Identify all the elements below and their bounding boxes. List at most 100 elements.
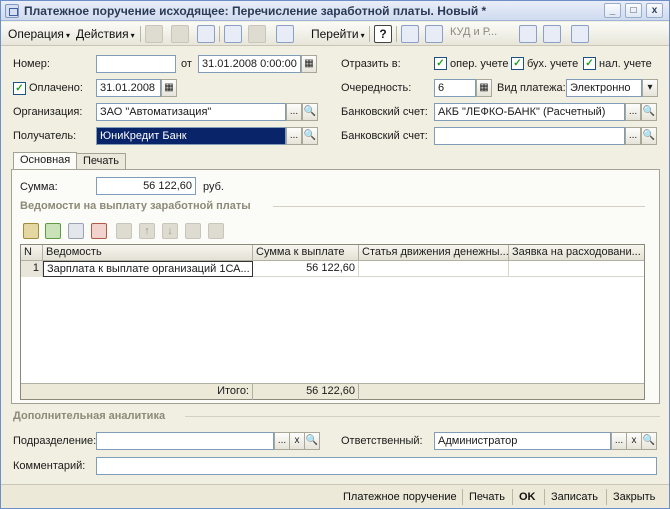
recipient-bank-account-select-button[interactable]: ... [625, 127, 641, 145]
department-clear-icon[interactable]: x [289, 432, 305, 450]
list-icon[interactable] [401, 25, 419, 43]
department-label: Подразделение: [13, 435, 97, 447]
row-amount[interactable]: 56 122,60 [253, 261, 359, 277]
reflect-in-label: Отразить в: [341, 58, 401, 70]
comment-input[interactable] [96, 457, 657, 475]
bank-account-search-icon[interactable]: 🔍 [641, 103, 657, 121]
filter-icon[interactable] [571, 25, 589, 43]
toolbar: Операция ▾ Действия ▾ Перейти ▾ ? [1, 22, 669, 46]
sort-desc-icon[interactable] [208, 223, 224, 239]
paid-calendar-icon[interactable]: ▦ [161, 79, 177, 97]
close-button[interactable]: Закрыть [613, 489, 655, 505]
tab-print[interactable]: Печать [76, 153, 127, 169]
date-from-label: от [181, 58, 192, 70]
column-cash-flow-article[interactable]: Статья движения денежны... [359, 245, 509, 261]
column-amount[interactable]: Сумма к выплате [253, 245, 359, 261]
structure-icon[interactable] [276, 25, 294, 43]
move-down-icon[interactable]: ↓ [162, 223, 178, 239]
actions-menu[interactable]: Действия ▾ [76, 25, 135, 43]
unpost-icon[interactable] [171, 25, 189, 43]
payment-type-select[interactable]: Электронно [566, 79, 642, 97]
oper-accounting-label: опер. учете [450, 58, 509, 70]
recipient-search-icon[interactable]: 🔍 [302, 127, 318, 145]
recipient-bank-account-input[interactable] [434, 127, 625, 145]
edit-row-icon[interactable] [68, 223, 84, 239]
currency-label: руб. [203, 181, 224, 193]
row-number: 1 [21, 261, 43, 277]
organization-search-icon[interactable]: 🔍 [302, 103, 318, 121]
payment-order-print-button[interactable]: Платежное поручение [343, 489, 457, 505]
print-button[interactable]: Печать [469, 489, 505, 505]
delete-document-icon[interactable] [248, 25, 266, 43]
add-copy-row-icon[interactable] [45, 223, 61, 239]
post-row-icon[interactable] [116, 223, 132, 239]
priority-input[interactable]: 6 [434, 79, 476, 97]
recipient-label: Получатель: [13, 130, 77, 142]
sum-label: Сумма: [20, 181, 58, 193]
row-cash-flow-article[interactable] [359, 261, 509, 277]
goto-menu[interactable]: Перейти ▾ [311, 25, 365, 43]
paid-checkbox[interactable]: ✓ [13, 82, 26, 95]
close-window-button[interactable]: x [646, 3, 663, 18]
add-row-icon[interactable] [23, 223, 39, 239]
nal-accounting-checkbox[interactable]: ✓ [583, 57, 596, 70]
responsible-search-icon[interactable]: 🔍 [641, 432, 657, 450]
statements-table[interactable]: N Ведомость Сумма к выплате Статья движе… [20, 244, 645, 400]
paid-date-input[interactable]: 31.01.2008 [96, 79, 161, 97]
row-statement[interactable]: Зарплата к выплате организаций 1СА... [43, 261, 253, 277]
tab-main[interactable]: Основная [13, 152, 78, 170]
row-expense-request[interactable] [509, 261, 644, 277]
debit-credit-new-icon[interactable] [543, 25, 561, 43]
document-date-input[interactable]: 31.01.2008 0:00:00 [198, 55, 301, 73]
column-n[interactable]: N [21, 245, 43, 261]
analytics-section-title: Дополнительная аналитика [13, 410, 166, 422]
organization-input[interactable]: ЗАО "Автоматизация" [96, 103, 286, 121]
post-icon[interactable] [145, 25, 163, 43]
organization-label: Организация: [13, 106, 83, 118]
save-button[interactable]: Записать [551, 489, 598, 505]
priority-label: Очередность: [341, 82, 412, 94]
bank-account-select-button[interactable]: ... [625, 103, 641, 121]
operation-menu[interactable]: Операция ▾ [8, 25, 70, 43]
organization-select-button[interactable]: ... [286, 103, 302, 121]
total-value: 56 122,60 [253, 384, 359, 400]
minimize-button[interactable]: _ [604, 3, 621, 18]
department-select-button[interactable]: ... [274, 432, 290, 450]
responsible-label: Ответственный: [341, 435, 423, 447]
copy-document-icon[interactable] [224, 25, 242, 43]
title-bar: Платежное поручение исходящее: Перечисле… [1, 1, 669, 21]
column-statement[interactable]: Ведомость [43, 245, 253, 261]
responsible-input[interactable]: Администратор [434, 432, 611, 450]
help-icon[interactable]: ? [374, 25, 392, 43]
responsible-select-button[interactable]: ... [611, 432, 627, 450]
kud-button[interactable]: КУД и Р... [450, 26, 497, 38]
column-expense-request[interactable]: Заявка на расходовани... [509, 245, 644, 261]
move-up-icon[interactable]: ↑ [139, 223, 155, 239]
buh-accounting-label: бух. учете [527, 58, 579, 70]
recipient-select-button[interactable]: ... [286, 127, 302, 145]
calendar-icon[interactable]: ▦ [301, 55, 317, 73]
buh-accounting-checkbox[interactable]: ✓ [511, 57, 524, 70]
comment-label: Комментарий: [13, 460, 86, 472]
sum-input[interactable]: 56 122,60 [96, 177, 196, 195]
sort-asc-icon[interactable] [185, 223, 201, 239]
priority-calc-icon[interactable]: ▦ [476, 79, 492, 97]
maximize-button[interactable]: □ [625, 3, 642, 18]
bank-account-input[interactable]: АКБ "ЛЕФКО-БАНК" (Расчетный) [434, 103, 625, 121]
table-row[interactable]: 1 Зарплата к выплате организаций 1СА... … [21, 261, 644, 277]
delete-row-icon[interactable] [91, 223, 107, 239]
ok-button[interactable]: OK [519, 489, 536, 505]
oper-accounting-checkbox[interactable]: ✓ [434, 57, 447, 70]
number-input[interactable] [96, 55, 176, 73]
paid-label: Оплачено: [29, 82, 83, 94]
department-input[interactable] [96, 432, 274, 450]
recipient-input[interactable]: ЮниКредит Банк [96, 127, 286, 145]
payment-type-dropdown-icon[interactable]: ▾ [642, 79, 658, 97]
department-search-icon[interactable]: 🔍 [304, 432, 320, 450]
responsible-clear-icon[interactable]: x [626, 432, 642, 450]
debit-credit-icon[interactable] [519, 25, 537, 43]
refresh-icon[interactable] [197, 25, 215, 43]
tasks-icon[interactable] [425, 25, 443, 43]
recipient-bank-account-label: Банковский счет: [341, 130, 428, 142]
recipient-bank-account-search-icon[interactable]: 🔍 [641, 127, 657, 145]
